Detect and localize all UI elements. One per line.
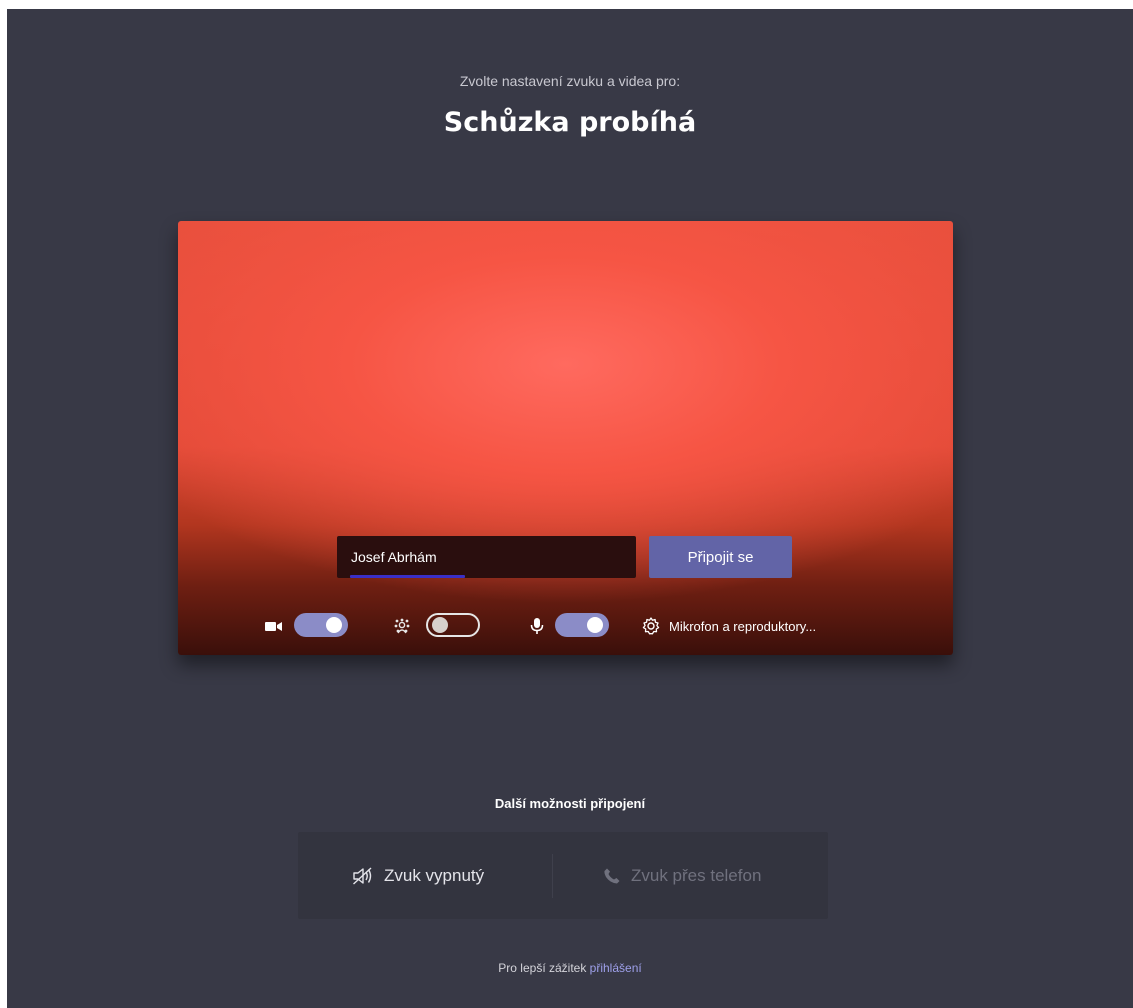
other-join-options-heading: Další možnosti připojení [494, 796, 646, 811]
options-divider [552, 854, 553, 898]
other-join-options: Zvuk vypnutý Zvuk přes telefon [298, 832, 828, 919]
camera-toggle-knob [326, 617, 342, 633]
gear-icon [641, 616, 661, 636]
join-button[interactable]: Připojit se [649, 536, 792, 578]
camera-toggle[interactable] [294, 613, 348, 637]
video-camera-icon [264, 617, 284, 635]
phone-audio-label: Zvuk přes telefon [631, 865, 762, 885]
video-preview: Připojit se [178, 221, 953, 655]
audio-off-option[interactable]: Zvuk vypnutý [352, 832, 484, 919]
display-name-input[interactable] [337, 536, 636, 578]
meeting-title: Schůzka probíhá [443, 107, 697, 138]
name-spellcheck-underline [350, 575, 465, 578]
phone-icon [603, 867, 621, 885]
speaker-off-icon [352, 866, 374, 886]
sign-in-hint: Pro lepší zážitek přihlášení [7, 961, 1133, 975]
audio-off-label: Zvuk vypnutý [384, 865, 485, 885]
background-blur-toggle-knob [432, 617, 448, 633]
device-settings-label: Mikrofon a reproduktory... [669, 618, 817, 634]
microphone-toggle[interactable] [555, 613, 609, 637]
settings-prompt: Zvolte nastavení zvuku a videa pro: [459, 73, 681, 89]
sign-in-link[interactable]: přihlášení [590, 961, 642, 975]
preview-controls: Mikrofon a reproduktory... [178, 613, 953, 639]
device-settings-button[interactable]: Mikrofon a reproduktory... [641, 613, 816, 639]
phone-audio-option[interactable]: Zvuk přes telefon [603, 832, 761, 919]
background-blur-toggle[interactable] [426, 613, 480, 637]
microphone-toggle-knob [587, 617, 603, 633]
microphone-icon [527, 617, 547, 635]
background-blur-icon [393, 617, 413, 635]
sign-in-hint-text: Pro lepší zážitek [498, 961, 590, 975]
join-screen: Zvolte nastavení zvuku a videa pro: Schů… [7, 9, 1133, 1008]
